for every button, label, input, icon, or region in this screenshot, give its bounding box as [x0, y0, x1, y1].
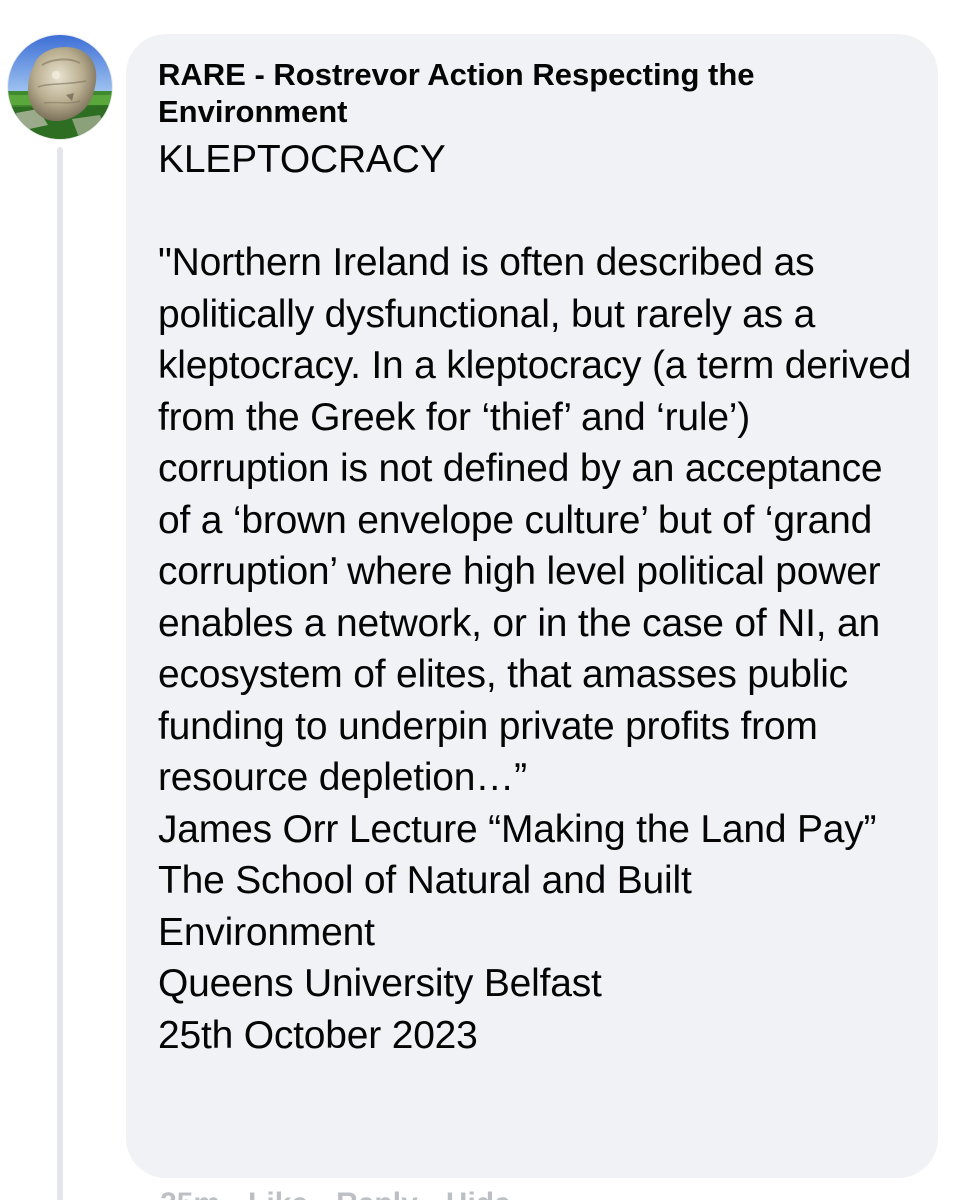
like-button[interactable]: Like: [248, 1186, 308, 1200]
comment-bubble: RARE - Rostrevor Action Respecting the E…: [126, 34, 938, 1178]
avatar[interactable]: [8, 35, 112, 139]
comment-actions-bar: 25m Like Reply Hide: [160, 1186, 511, 1200]
standing-stone-avatar-icon: [8, 35, 112, 139]
comment-author-link[interactable]: RARE - Rostrevor Action Respecting the E…: [158, 56, 898, 130]
reply-button[interactable]: Reply: [336, 1186, 418, 1200]
comment-timestamp[interactable]: 25m: [160, 1186, 220, 1200]
comment-thread: RARE - Rostrevor Action Respecting the E…: [0, 0, 972, 1200]
thread-connector-line: [57, 147, 63, 1200]
hide-button[interactable]: Hide: [446, 1186, 511, 1200]
comment-body-text: KLEPTOCRACY "Northern Ireland is often d…: [158, 138, 912, 1057]
